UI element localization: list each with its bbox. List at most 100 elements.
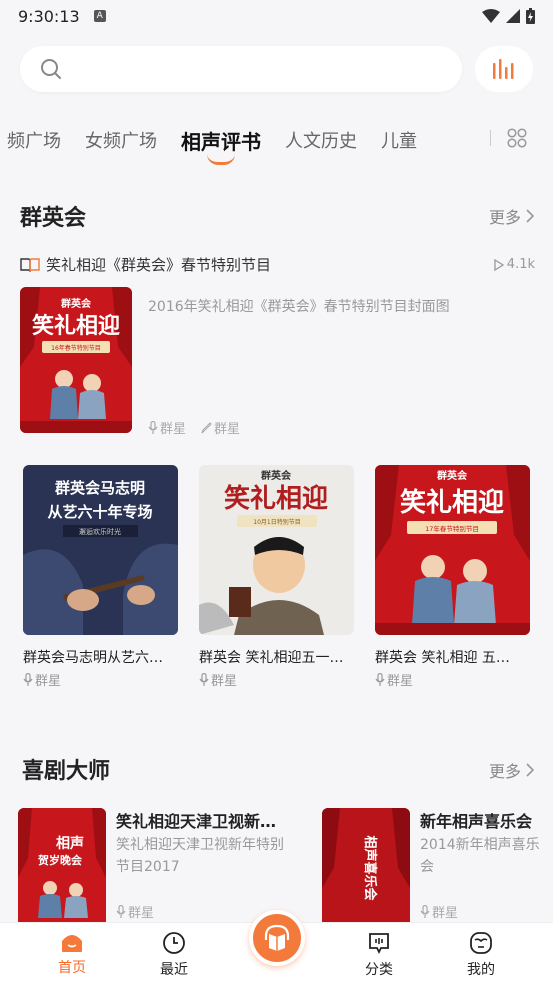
album-poster-2017: 群英会 笑礼相迎 17年春节特别节目 <box>375 465 530 635</box>
tab-female[interactable]: 女频广场 <box>85 127 157 153</box>
tabs-right <box>490 128 527 148</box>
album-row-item[interactable]: 相声喜乐会 新年相声喜乐会 2014新年相声喜乐会 群星 <box>322 808 553 924</box>
nav-label: 首页 <box>58 960 86 976</box>
album-cover: 相声 贺岁晚会 <box>18 808 106 924</box>
book-icon <box>20 257 40 272</box>
album-card[interactable]: 群英会 笑礼相迎 17年春节特别节目 群英会 笑礼相迎 五… 群星 <box>375 465 530 689</box>
chevron-right-icon <box>526 763 535 777</box>
nav-label: 最近 <box>160 962 188 978</box>
album-name: 群英会 笑礼相迎 五… <box>375 650 510 666</box>
microphone-icon <box>420 905 430 918</box>
tab-crosstalk[interactable]: 相声评书 <box>181 126 261 165</box>
description-line: 2014新年相声喜乐会 <box>420 837 540 875</box>
chevron-right-icon <box>526 209 535 223</box>
player-button[interactable] <box>249 910 305 966</box>
album-cover: 群英会 笑礼相迎 17年春节特别节目 <box>375 465 530 635</box>
narrator-meta: 群星 <box>148 418 186 437</box>
tab-children[interactable]: 儿童 <box>381 127 417 153</box>
poster-top-text: 群英会 <box>261 469 291 482</box>
album-poster-xilehui: 相声喜乐会 <box>322 808 410 924</box>
home-icon <box>62 935 82 952</box>
poster-top-text: 群英会 <box>61 297 91 310</box>
poster-tag: 邂逅欢乐时光 <box>79 527 121 536</box>
poster-main-text: 笑礼相迎 <box>32 313 120 339</box>
notification-icon: A <box>93 10 106 22</box>
nav-home[interactable]: 首页 <box>42 931 102 977</box>
album-card[interactable]: 群英会 笑礼相迎 10月1日特别节目 群英会 笑礼相迎五一… 群星 <box>199 465 354 689</box>
featured-description: 2016年笑礼相迎《群英会》春节特别节目封面图 <box>148 299 450 315</box>
microphone-icon <box>199 673 209 686</box>
audio-bars-icon <box>493 59 514 79</box>
poster-text-2: 贺岁晚会 <box>37 853 83 867</box>
album-name: 群英会 笑礼相迎五一… <box>199 650 344 666</box>
poster-top-text: 群英会 <box>437 469 467 482</box>
album-author: 群星 <box>420 902 458 921</box>
poster-sub-text: 17年春节特别节目 <box>425 524 479 533</box>
album-name: 群英会马志明从艺六… <box>23 650 163 666</box>
category-tabs: 频广场 女频广场 相声评书 人文历史 儿童 <box>0 118 553 165</box>
album-author: 群星 <box>23 670 178 689</box>
album-cover: 相声喜乐会 <box>322 808 410 924</box>
poster-text: 相声喜乐会 <box>362 835 378 901</box>
pen-icon <box>201 421 212 433</box>
microphone-icon <box>116 905 126 918</box>
poster-main-text: 笑礼相迎 <box>400 487 504 518</box>
play-icon <box>494 258 504 271</box>
album-card[interactable]: 群英会马志明 从艺六十年专场 邂逅欢乐时光 群英会马志明从艺六… 群星 <box>23 465 178 689</box>
featured-title: 笑礼相迎《群英会》春节特别节目 <box>46 256 272 274</box>
section-title-qunyinghui: 群英会 <box>20 206 87 231</box>
album-title: 新年相声喜乐会 <box>420 812 533 831</box>
more-label: 更多 <box>489 208 522 227</box>
wifi-icon <box>482 9 500 23</box>
author-name: 群星 <box>35 674 62 689</box>
section-title-comedy: 喜剧大师 <box>22 759 111 784</box>
search-box[interactable] <box>20 46 462 92</box>
grid-menu-icon[interactable] <box>507 128 527 148</box>
author-name: 群星 <box>211 674 238 689</box>
clock-icon <box>163 932 185 954</box>
poster-line-1: 群英会马志明 <box>55 479 145 497</box>
headphones-book-icon <box>264 924 290 951</box>
album-author: 群星 <box>199 670 354 689</box>
tab-divider <box>490 130 491 146</box>
featured-poster: 群英会 笑礼相迎 16年春节特别节目 <box>20 287 132 433</box>
nav-label: 分类 <box>365 962 393 978</box>
author-name: 群星 <box>214 422 241 437</box>
poster-line-2: 从艺六十年专场 <box>47 503 152 521</box>
profile-face-icon <box>470 932 492 954</box>
nav-category[interactable]: 分类 <box>349 931 409 979</box>
audio-bars-button[interactable] <box>475 46 533 92</box>
category-icon <box>369 933 389 955</box>
album-cover: 群英会 笑礼相迎 10月1日特别节目 <box>199 465 354 635</box>
album-poster-mazhiming: 群英会马志明 从艺六十年专场 邂逅欢乐时光 <box>23 465 178 635</box>
battery-icon <box>526 8 535 24</box>
more-link-comedy[interactable]: 更多 <box>489 758 535 782</box>
nav-label: 我的 <box>467 962 495 978</box>
album-row-item[interactable]: 相声 贺岁晚会 笑礼相迎天津卫视新… 笑礼相迎天津卫视新年特别 节目2017 群… <box>18 808 308 924</box>
microphone-icon <box>23 673 33 686</box>
status-icons <box>482 8 535 24</box>
album-description: 笑礼相迎天津卫视新年特别 节目2017 <box>116 834 284 878</box>
description-line: 节目2017 <box>116 859 180 875</box>
search-input[interactable] <box>72 60 432 78</box>
signal-icon <box>506 9 520 23</box>
nav-mine[interactable]: 我的 <box>451 931 511 979</box>
search-icon <box>41 59 61 79</box>
album-poster-wuyi: 群英会 笑礼相迎 10月1日特别节目 <box>199 465 354 635</box>
microphone-icon <box>375 673 385 686</box>
featured-header[interactable]: 笑礼相迎《群英会》春节特别节目 4.1k <box>20 254 535 275</box>
nav-recent[interactable]: 最近 <box>144 931 204 979</box>
author-name: 群星 <box>432 906 459 921</box>
album-cover: 群英会马志明 从艺六十年专场 邂逅欢乐时光 <box>23 465 178 635</box>
poster-sub-text: 10月1日特别节目 <box>253 518 300 526</box>
description-line: 笑礼相迎天津卫视新年特别 <box>116 837 284 853</box>
featured-cover[interactable]: 群英会 笑礼相迎 16年春节特别节目 <box>20 287 132 433</box>
more-label: 更多 <box>489 762 522 781</box>
author-name: 群星 <box>387 674 414 689</box>
more-link-qunyinghui[interactable]: 更多 <box>489 204 535 228</box>
author-meta: 群星 <box>200 418 240 437</box>
poster-text-1: 相声 <box>56 835 84 852</box>
status-bar: 9:30:13 A <box>0 0 553 32</box>
tab-history[interactable]: 人文历史 <box>285 127 357 153</box>
tab-channel[interactable]: 频广场 <box>7 127 61 153</box>
